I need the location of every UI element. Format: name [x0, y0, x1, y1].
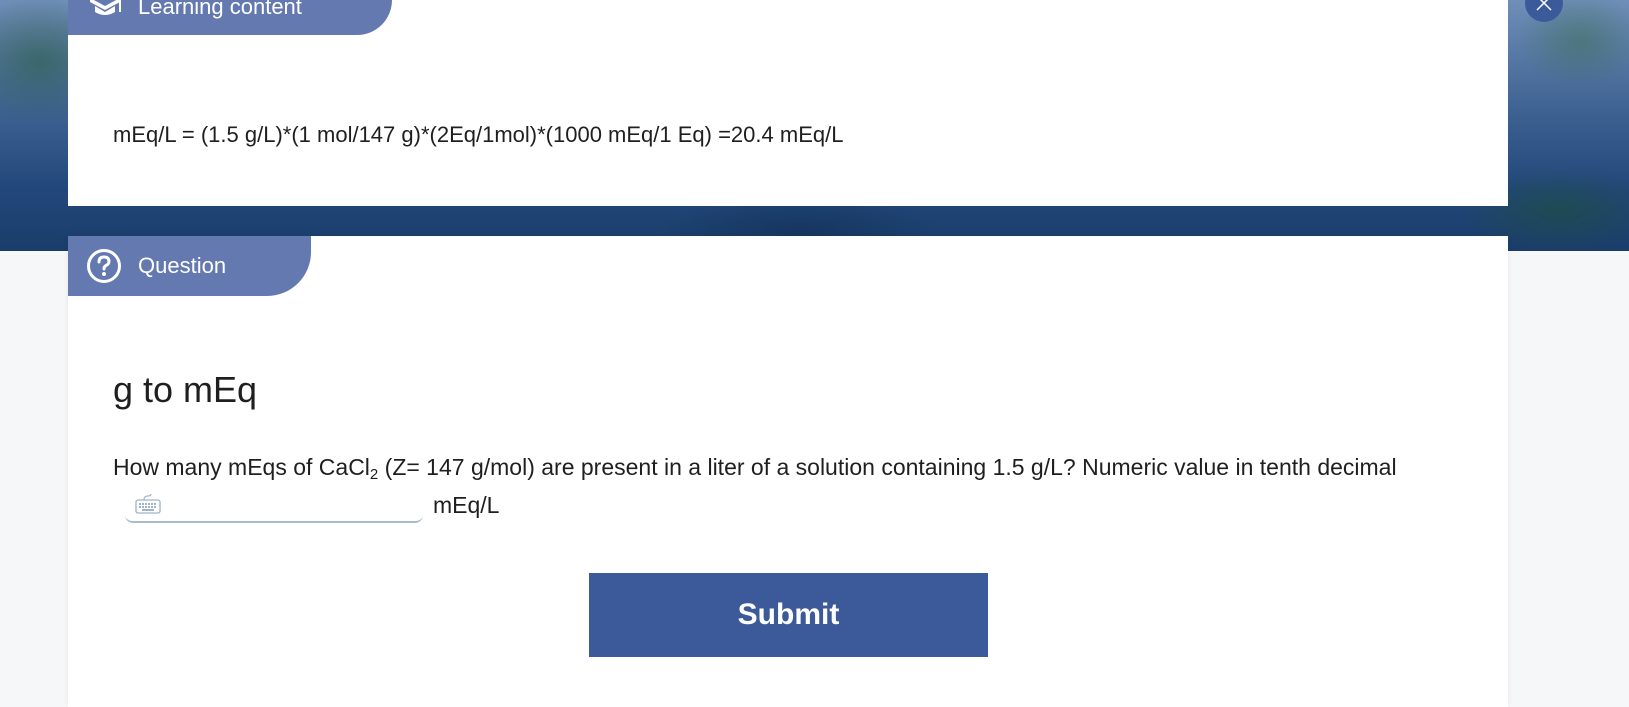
question-text-part2: (Z= 147 g/mol) are present in a liter of…: [378, 454, 1397, 480]
question-card: Question g to mEq How many mEqs of CaCl2…: [68, 236, 1508, 707]
question-tab-label: Question: [138, 253, 227, 278]
close-icon: [1536, 0, 1552, 11]
question-tab: Question: [68, 236, 311, 296]
answer-unit: mEq/L: [433, 492, 500, 518]
graduation-cap-icon: [90, 0, 121, 15]
keyboard-icon[interactable]: [135, 493, 161, 514]
answer-input[interactable]: [159, 490, 421, 521]
question-title: g to mEq: [113, 369, 258, 410]
question-text-subscript: 2: [369, 466, 379, 483]
help-circle-icon: [87, 249, 121, 283]
question-text-part1: How many mEqs of CaCl: [113, 454, 370, 480]
learning-content-card: Learning content mEq/L = (1.5 g/L)*(1 mo…: [68, 0, 1563, 206]
submit-button[interactable]: Submit: [589, 573, 988, 657]
learning-formula: mEq/L = (1.5 g/L)*(1 mol/147 g)*(2Eq/1mo…: [113, 122, 844, 147]
learning-content-tab: Learning content: [68, 0, 392, 35]
question-text: How many mEqs of CaCl2 (Z= 147 g/mol) ar…: [113, 448, 1483, 524]
learning-content-tab-label: Learning content: [138, 0, 302, 19]
answer-field[interactable]: [125, 490, 423, 523]
